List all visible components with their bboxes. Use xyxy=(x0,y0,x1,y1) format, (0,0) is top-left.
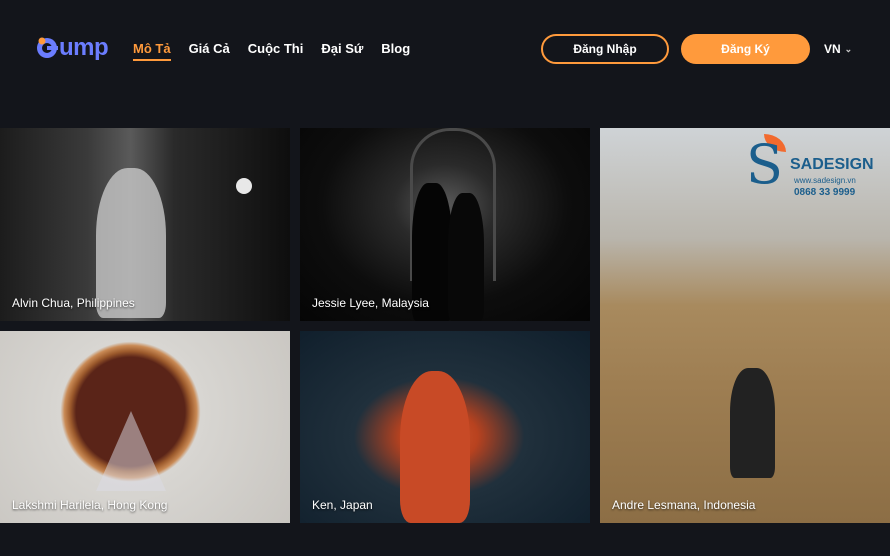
gallery-photo-3[interactable]: S SADESIGN www.sadesign.vn 0868 33 9999 … xyxy=(600,128,890,523)
couple-figure xyxy=(730,368,775,478)
woman-sparkler-figure xyxy=(400,371,470,523)
sadesign-logo-icon: S xyxy=(746,133,783,196)
nav-item-blog[interactable]: Blog xyxy=(381,41,410,61)
gallery-photo-4[interactable]: Lakshmi Harilela, Hong Kong xyxy=(0,331,290,523)
language-label: VN xyxy=(824,42,841,56)
photo-caption: Jessie Lyee, Malaysia xyxy=(312,296,429,310)
photo-caption: Lakshmi Harilela, Hong Kong xyxy=(12,498,168,512)
logo-mark-icon xyxy=(36,35,58,61)
photo-caption: Alvin Chua, Philippines xyxy=(12,296,135,310)
nav-item-mo-ta[interactable]: Mô Tả xyxy=(133,41,171,61)
register-button[interactable]: Đăng Ký xyxy=(681,34,810,64)
cake-slice xyxy=(96,411,166,491)
gallery-photo-5[interactable]: Ken, Japan xyxy=(300,331,590,523)
sadesign-watermark: S SADESIGN www.sadesign.vn 0868 33 9999 xyxy=(746,134,886,204)
woman-silhouette xyxy=(448,193,484,321)
logo-text: ump xyxy=(59,34,109,61)
watermark-url: www.sadesign.vn xyxy=(794,176,856,185)
nav-item-cuoc-thi[interactable]: Cuộc Thi xyxy=(248,41,304,61)
gump-logo[interactable]: ump xyxy=(36,34,109,62)
watermark-name: SADESIGN xyxy=(790,156,874,173)
chevron-down-icon: ⌄ xyxy=(844,43,853,54)
nav-item-gia-ca[interactable]: Giá Cả xyxy=(189,41,230,61)
main-nav: Mô Tả Giá Cả Cuộc Thi Đại Sứ Blog xyxy=(133,41,410,61)
gallery-photo-1[interactable]: Alvin Chua, Philippines xyxy=(0,128,290,321)
photo-caption: Andre Lesmana, Indonesia xyxy=(612,498,756,512)
login-button[interactable]: Đăng Nhập xyxy=(541,34,669,64)
photo-caption: Ken, Japan xyxy=(312,498,373,512)
watermark-phone: 0868 33 9999 xyxy=(794,187,856,198)
top-nav-bar: ump Mô Tả Giá Cả Cuộc Thi Đại Sứ Blog Đă… xyxy=(0,0,890,100)
nav-item-dai-su[interactable]: Đại Sứ xyxy=(321,41,363,61)
gallery-photo-2[interactable]: Jessie Lyee, Malaysia xyxy=(300,128,590,321)
lamp-icon xyxy=(236,178,252,194)
language-selector[interactable]: VN ⌄ xyxy=(824,42,852,56)
